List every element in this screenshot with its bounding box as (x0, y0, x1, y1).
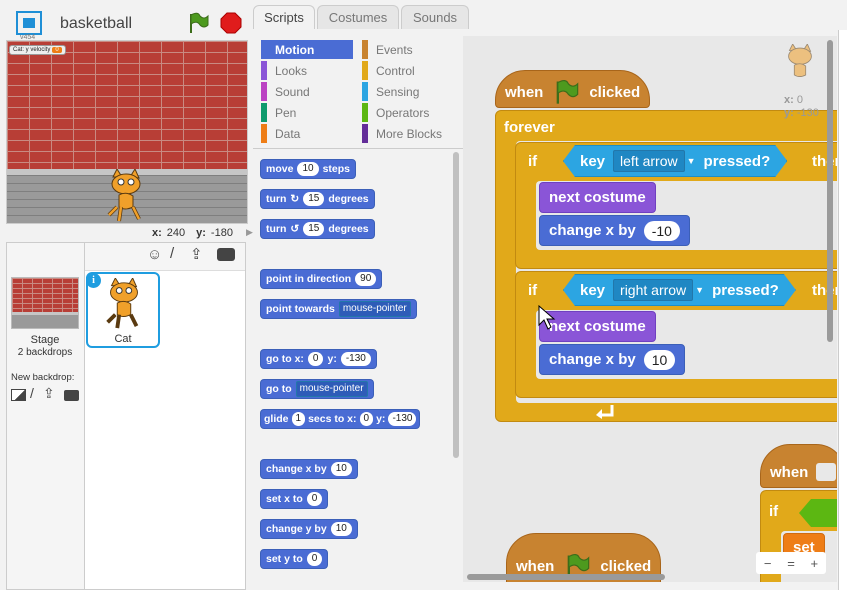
next-costume-2[interactable]: next costume (539, 311, 656, 342)
variable-label: Cat: y velocity (13, 47, 51, 53)
sprite-y-value: -130 (796, 107, 819, 119)
green-flag-icon[interactable] (186, 11, 210, 35)
category-column-right: Events Control Sensing Operators More Bl… (362, 40, 454, 143)
stage-thumbnail[interactable] (11, 277, 79, 329)
block-change-x[interactable]: change x by 10 (260, 459, 358, 479)
block-turn-right[interactable]: turn ↻ 15 degrees (260, 189, 375, 209)
category-looks[interactable]: Looks (261, 61, 353, 80)
then-label: then (812, 153, 837, 170)
sprite-x-label: x: (784, 94, 794, 106)
cat-thumbnail-image (106, 278, 139, 329)
brick-wall-backdrop (7, 41, 247, 171)
category-pen[interactable]: Pen (261, 103, 353, 122)
category-data[interactable]: Data (261, 124, 353, 143)
mouse-cursor-icon (538, 305, 556, 330)
stop-sign-icon[interactable] (220, 12, 242, 34)
when-flag-clicked-hat[interactable]: when clicked (495, 70, 651, 108)
x-label: x: (152, 227, 162, 239)
key-pressed-right[interactable]: key right arrow ▼ pressed? (563, 274, 796, 306)
rotate-left-icon: ↺ (290, 223, 300, 235)
tab-scripts[interactable]: Scripts (253, 5, 315, 29)
if-label: if (528, 153, 538, 170)
when-hat-3[interactable]: when (760, 444, 837, 488)
sprite-preview (788, 44, 812, 77)
block-point-in-direction[interactable]: point in direction 90 (260, 269, 383, 289)
sprite-info-coords: x: 0 y: -130 (784, 94, 819, 120)
block-set-x[interactable]: set x to 0 (260, 489, 329, 509)
stage-label: Stage (30, 334, 60, 346)
sprite-y-label: y: (784, 107, 794, 119)
collapse-arrow-icon[interactable]: ▶ (246, 227, 253, 238)
sprite-name: Cat (114, 333, 132, 345)
zoom-controls: − = + (756, 552, 826, 574)
dropdown-arrow-icon: ▼ (695, 285, 705, 295)
block-turn-left[interactable]: turn ↺ 15 degrees (260, 219, 375, 239)
script-vertical-scrollbar[interactable] (827, 40, 833, 342)
if-label: if (769, 503, 779, 520)
category-control[interactable]: Control (362, 61, 454, 80)
tab-sounds[interactable]: Sounds (401, 5, 469, 29)
camera-backdrop-icon[interactable] (64, 390, 79, 401)
info-icon[interactable]: i (86, 273, 101, 288)
category-operators[interactable]: Operators (362, 103, 454, 122)
tab-costumes[interactable]: Costumes (317, 5, 399, 29)
green-flag-icon (557, 80, 579, 104)
sprite-x-value: 0 (796, 94, 803, 106)
zoom-in-button[interactable]: + (811, 556, 819, 571)
zoom-reset-button[interactable]: = (787, 556, 795, 571)
choose-backdrop-icon[interactable] (11, 389, 26, 401)
choose-sprite-icon[interactable]: ☺ (147, 246, 162, 263)
key-pressed-left[interactable]: key left arrow ▼ pressed? (563, 145, 787, 177)
variable-monitor[interactable]: Cat: y velocity 0 (9, 45, 66, 55)
key-dropdown-left[interactable]: left arrow (613, 150, 685, 172)
block-point-towards[interactable]: point towards mouse-pointer (260, 299, 417, 319)
category-column-left: Motion Looks Sound Pen Data (261, 40, 353, 143)
script-horizontal-scrollbar[interactable] (467, 574, 665, 580)
cat-sprite[interactable] (103, 169, 149, 223)
y-label: y: (196, 227, 206, 239)
block-set-y[interactable]: set y to 0 (260, 549, 329, 569)
change-x-by-neg10[interactable]: change x by -10 (539, 215, 690, 246)
right-edge-panel (838, 30, 847, 590)
upload-backdrop-icon[interactable]: ⇪ (43, 385, 55, 402)
category-motion[interactable]: Motion (261, 40, 353, 59)
block-go-to-xy[interactable]: go to x: 0 y: -130 (260, 349, 377, 369)
stage-backdrops-count: 2 backdrops (17, 347, 73, 358)
block-go-to[interactable]: go to mouse-pointer (260, 379, 374, 399)
paint-backdrop-icon[interactable]: / (30, 385, 34, 401)
camera-sprite-icon[interactable] (217, 248, 235, 261)
paint-sprite-icon[interactable]: / (170, 245, 174, 262)
y-value: -180 (210, 227, 233, 239)
next-costume-1[interactable]: next costume (539, 182, 656, 213)
block-glide[interactable]: glide 1 secs to x: 0 y: -130 (260, 409, 421, 429)
rotate-right-icon: ↻ (290, 193, 300, 205)
category-sound[interactable]: Sound (261, 82, 353, 101)
key-dropdown-right[interactable]: right arrow (613, 279, 693, 301)
block-move-steps[interactable]: move 10 steps (260, 159, 356, 179)
stage-canvas[interactable] (6, 40, 248, 224)
variable-value: 0 (52, 47, 62, 53)
dropdown-arrow-icon: ▼ (686, 156, 696, 166)
block-change-y[interactable]: change y by 10 (260, 519, 358, 539)
fullscreen-icon[interactable] (16, 11, 42, 35)
then-label: then (812, 282, 837, 299)
forever-label: forever (504, 119, 555, 136)
category-more-blocks[interactable]: More Blocks (362, 124, 454, 143)
loop-arrow-icon (596, 405, 614, 419)
if-label: if (528, 282, 538, 299)
palette-divider (253, 148, 463, 149)
x-value: 240 (166, 227, 186, 239)
category-sensing[interactable]: Sensing (362, 82, 454, 101)
mouse-coordinates: x: 240 y: -180 (152, 227, 233, 239)
project-title[interactable]: basketball (60, 15, 132, 33)
change-x-by-10[interactable]: change x by 10 (539, 344, 686, 375)
upload-sprite-icon[interactable]: ⇪ (190, 245, 203, 263)
palette-scrollbar[interactable] (453, 152, 459, 458)
zoom-out-button[interactable]: − (764, 556, 772, 571)
category-events[interactable]: Events (362, 40, 454, 59)
new-backdrop-label: New backdrop: (11, 372, 75, 383)
script-area[interactable]: when clicked forever if then keyleft arr… (463, 36, 837, 582)
